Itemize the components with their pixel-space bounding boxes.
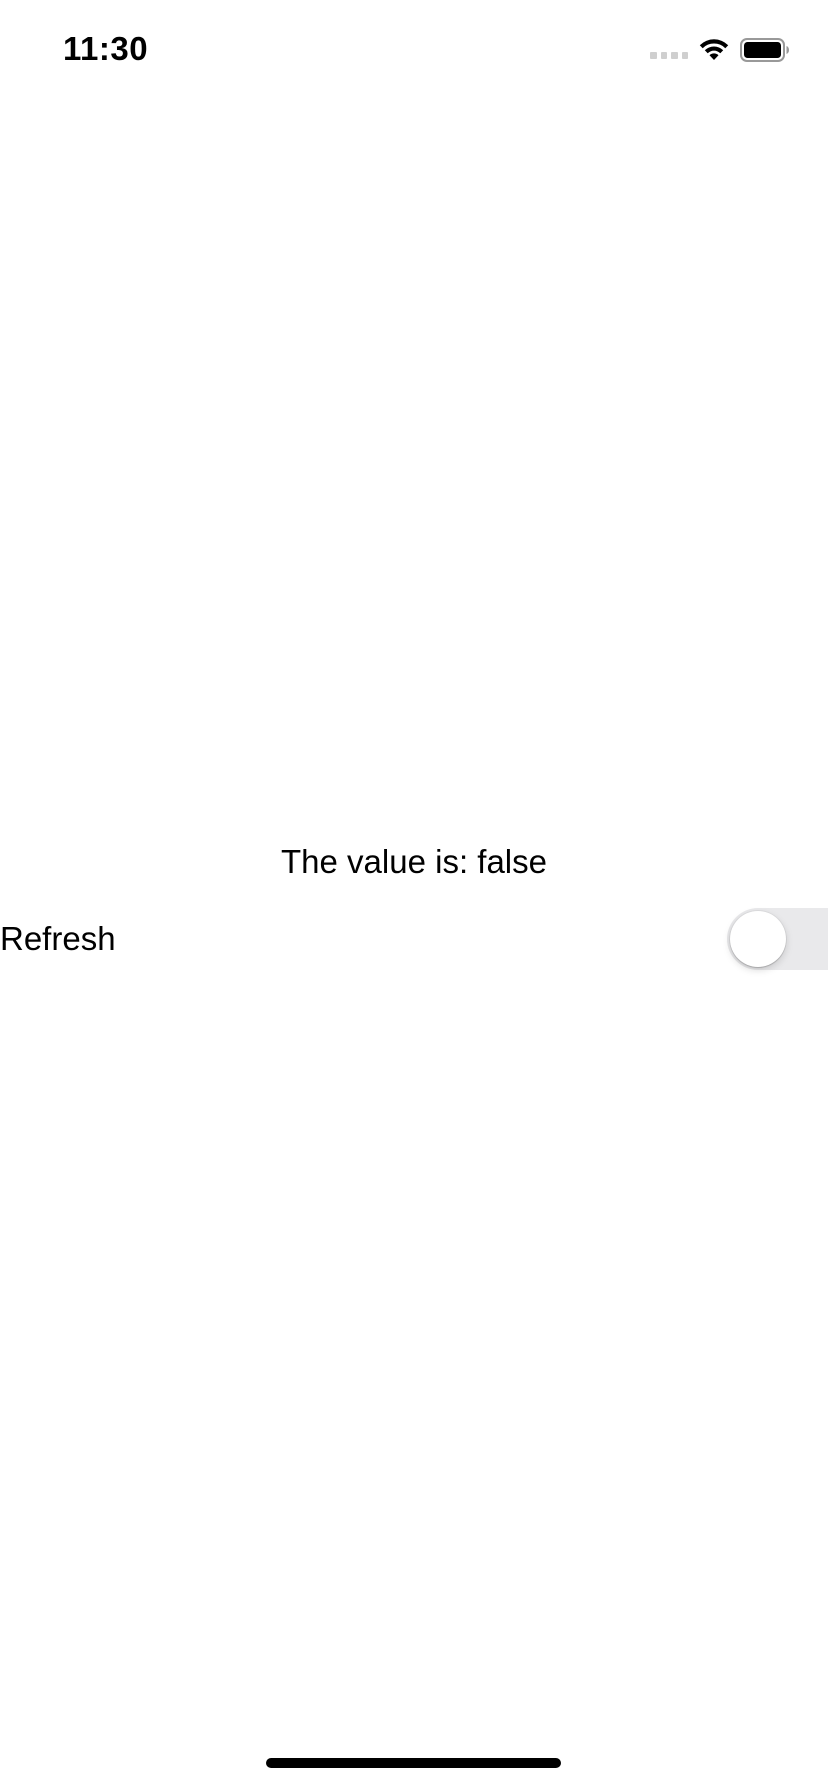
refresh-toggle[interactable] xyxy=(727,908,828,970)
status-bar: 11:30 xyxy=(0,0,828,100)
cellular-signal-icon xyxy=(650,52,688,62)
refresh-row: Refresh xyxy=(0,906,828,972)
value-label: The value is: false xyxy=(281,843,547,880)
battery-icon xyxy=(740,38,789,62)
home-indicator[interactable] xyxy=(266,1758,561,1768)
toggle-knob xyxy=(730,911,786,967)
wifi-icon xyxy=(699,39,729,60)
refresh-label: Refresh xyxy=(0,920,116,957)
status-time: 11:30 xyxy=(63,30,149,67)
